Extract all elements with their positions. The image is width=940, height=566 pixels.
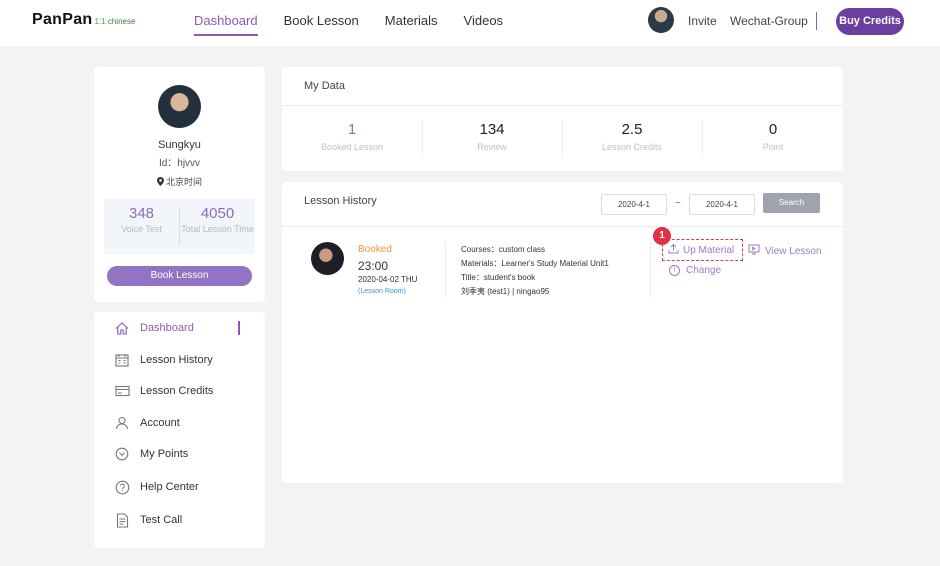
home-icon <box>114 320 130 336</box>
review-label: Review <box>477 142 507 152</box>
menu-item-label: Dashboard <box>140 322 194 334</box>
points-icon <box>114 446 130 462</box>
menu-item-lesson-history[interactable]: Lesson History <box>114 349 213 371</box>
teacher-avatar <box>311 242 344 275</box>
point-label: Point <box>762 142 784 152</box>
profile-stats: 348 Voice Test 4050 Total Lesson Time <box>104 199 255 254</box>
point-value: 0 <box>768 121 778 138</box>
voice-test-stat: 348 Voice Test <box>104 205 179 235</box>
change-label: Change <box>686 265 722 276</box>
divider <box>282 226 843 227</box>
location-pin-icon <box>156 177 164 186</box>
lesson-date: 2020-04-02 THU <box>358 275 418 284</box>
active-indicator <box>238 321 240 335</box>
total-lesson-time-label: Total Lesson Time <box>181 224 254 234</box>
upload-icon <box>668 243 679 257</box>
my-data-title: My Data <box>304 80 345 92</box>
search-button[interactable]: Search <box>763 193 820 213</box>
nav-book-lesson[interactable]: Book Lesson <box>284 0 359 46</box>
profile-name: Sungkyu <box>158 139 201 151</box>
lesson-title: Title：student's book <box>461 273 536 282</box>
panpan-logo[interactable]: PanPan 1:1 chinese <box>32 11 135 29</box>
lesson-participants: 刘季夷 (test1) | ningao95 <box>461 287 550 296</box>
review-stat[interactable]: 134 Review <box>422 121 562 152</box>
divider <box>445 242 446 298</box>
divider <box>650 242 651 298</box>
menu-item-label: Account <box>140 417 180 429</box>
lesson-history-panel: Lesson History 2020-4-1 ~ 2020-4-1 Searc… <box>282 182 843 483</box>
up-material-label: Up Material <box>683 244 735 256</box>
voice-test-label: Voice Test <box>121 224 162 234</box>
lesson-history-title: Lesson History <box>304 195 377 207</box>
menu-item-lesson-credits[interactable]: Lesson Credits <box>114 380 213 402</box>
view-lesson-button[interactable]: View Lesson <box>748 244 822 258</box>
menu-item-label: Lesson Credits <box>140 385 214 397</box>
date-to-input[interactable]: 2020-4-1 <box>689 194 755 215</box>
menu-item-label: My Points <box>140 448 189 460</box>
calendar-icon <box>114 352 130 368</box>
lesson-credits-value: 2.5 <box>621 121 643 138</box>
profile-timezone: 北京时间 <box>94 175 265 188</box>
monitor-icon <box>748 244 760 258</box>
change-button[interactable]: ! Change <box>669 265 721 276</box>
profile-avatar <box>158 85 201 128</box>
invite-link[interactable]: Invite <box>688 14 717 28</box>
user-icon <box>114 415 130 431</box>
lesson-credits-stat[interactable]: 2.5 Lesson Credits <box>562 121 702 152</box>
lesson-credits-label: Lesson Credits <box>601 142 663 152</box>
review-value: 134 <box>479 121 505 138</box>
nav-materials[interactable]: Materials <box>385 0 438 46</box>
lesson-status: Booked <box>358 244 392 255</box>
wechat-group-link[interactable]: Wechat-Group <box>730 14 808 28</box>
menu-item-dashboard[interactable]: Dashboard <box>114 317 194 339</box>
date-from-input[interactable]: 2020-4-1 <box>601 194 667 215</box>
menu-item-label: Help Center <box>140 481 199 493</box>
menu-item-account[interactable]: Account <box>114 412 180 434</box>
logo-text: PanPan <box>32 11 93 28</box>
book-lesson-button[interactable]: Book Lesson <box>107 266 252 286</box>
menu-item-my-points[interactable]: My Points <box>114 443 188 465</box>
menu-item-label: Test Call <box>140 514 183 526</box>
total-lesson-time-value: 4050 <box>200 205 235 222</box>
profile-card: Sungkyu Id：hjvvv 北京时间 348 Voice Test 405… <box>94 67 265 302</box>
nav-dashboard[interactable]: Dashboard <box>194 0 258 46</box>
menu-item-help-center[interactable]: Help Center <box>114 476 199 498</box>
up-material-button[interactable]: Up Material <box>662 239 743 261</box>
step-badge: 1 <box>653 227 671 245</box>
credit-card-icon <box>114 383 130 399</box>
booked-lesson-stat[interactable]: 1 Booked Lesson <box>282 121 422 152</box>
clock-icon: ! <box>669 265 680 276</box>
date-range-separator: ~ <box>675 198 681 209</box>
lesson-materials: Materials：Learner's Study Material Unit1 <box>461 259 609 268</box>
lesson-room-link[interactable]: (Lesson Room) <box>358 288 406 295</box>
side-menu: Dashboard Lesson History Lesson Credits … <box>94 312 265 548</box>
lesson-time: 23:00 <box>358 259 389 273</box>
profile-id: Id：hjvvv <box>158 158 201 169</box>
header-divider <box>816 12 817 30</box>
lesson-course: Courses：custom class <box>461 245 546 254</box>
buy-credits-button[interactable]: Buy Credits <box>836 8 904 35</box>
logo-subtext: 1:1 chinese <box>94 17 136 26</box>
voice-test-value: 348 <box>128 205 155 222</box>
document-icon <box>114 512 130 528</box>
view-lesson-label: View Lesson <box>765 245 822 257</box>
my-data-panel: My Data 1 Booked Lesson 134 Review 2.5 L… <box>282 67 843 171</box>
menu-item-test-call[interactable]: Test Call <box>114 509 182 531</box>
user-avatar[interactable] <box>648 7 674 33</box>
divider <box>282 105 843 106</box>
main-nav: Dashboard Book Lesson Materials Videos <box>194 0 529 46</box>
total-lesson-time-stat: 4050 Total Lesson Time <box>180 205 255 235</box>
point-stat[interactable]: 0 Point <box>703 121 843 152</box>
help-icon <box>114 479 130 495</box>
nav-videos[interactable]: Videos <box>464 0 504 46</box>
booked-lesson-value: 1 <box>347 121 357 138</box>
top-header: PanPan 1:1 chinese Dashboard Book Lesson… <box>0 0 940 46</box>
booked-lesson-label: Booked Lesson <box>320 142 384 152</box>
menu-item-label: Lesson History <box>140 354 213 366</box>
